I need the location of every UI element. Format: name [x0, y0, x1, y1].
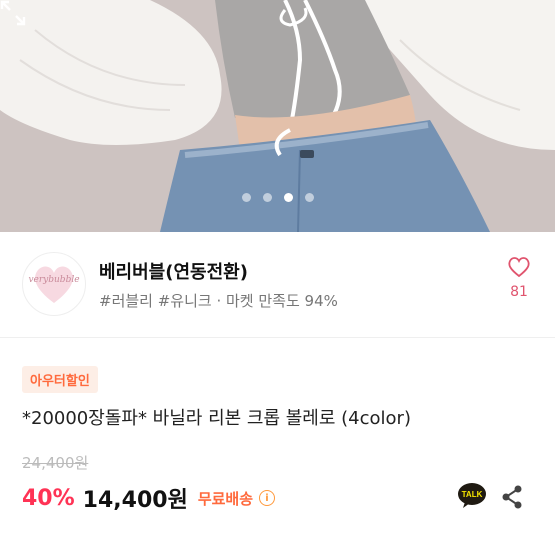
- info-icon[interactable]: i: [259, 490, 276, 506]
- store-avatar[interactable]: verybubble: [22, 252, 86, 316]
- price-row: 40% 14,400원 무료배송 i: [22, 482, 276, 514]
- store-tags: #러블리 #유니크 · 마켓 만족도 94%: [99, 292, 338, 310]
- product-title: *20000장돌파* 바닐라 리본 크롭 볼레로 (4color): [22, 408, 411, 429]
- share-icon[interactable]: [500, 484, 524, 510]
- carousel-dot[interactable]: [262, 193, 272, 202]
- favorite-button[interactable]: 81: [497, 256, 541, 300]
- original-price: 24,400원: [22, 454, 89, 472]
- discount-rate: 40%: [22, 485, 75, 511]
- heart-icon[interactable]: [507, 256, 531, 278]
- store-name[interactable]: 베리버블(연동전환): [99, 258, 248, 284]
- free-shipping-label: 무료배송: [197, 489, 254, 508]
- favorite-count: 81: [510, 284, 528, 300]
- product-image[interactable]: [0, 0, 555, 232]
- carousel-dot[interactable]: [304, 193, 314, 202]
- carousel-dot[interactable]: [241, 193, 251, 202]
- carousel-dot-active[interactable]: [283, 193, 293, 202]
- talk-label: TALK: [462, 490, 483, 499]
- sale-badge: 아우터할인: [22, 366, 98, 393]
- store-logo-text: verybubble: [28, 275, 80, 285]
- carousel-indicator[interactable]: [0, 193, 555, 202]
- expand-icon[interactable]: [0, 0, 26, 26]
- sale-price: 14,400원: [82, 488, 188, 513]
- store-info[interactable]: verybubble 베리버블(연동전환) #러블리 #유니크 · 마켓 만족도…: [0, 232, 555, 338]
- kakaotalk-icon[interactable]: TALK: [457, 482, 487, 510]
